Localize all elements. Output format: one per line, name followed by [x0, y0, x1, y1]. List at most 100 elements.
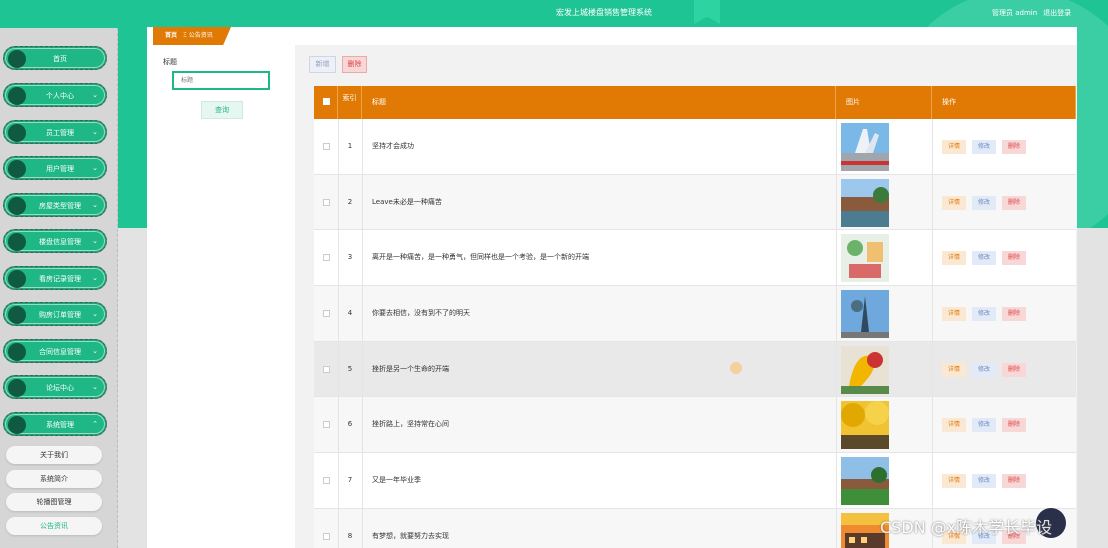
column-divider	[362, 230, 363, 286]
table-header: 索引 标题 图片 操作	[314, 86, 1076, 119]
detail-button[interactable]: 详情	[942, 362, 967, 377]
chevron-down-icon: ⌄	[92, 383, 98, 391]
sub-item-carousel[interactable]: 轮播图管理	[6, 493, 102, 511]
menu-dot-icon	[8, 343, 26, 361]
sidebar-item-viewings[interactable]: 看房记录管理 ⌄	[3, 266, 107, 290]
row-thumbnail-image[interactable]	[841, 290, 889, 339]
table-row: 5 挫折是另一个生命的开端 详情 修改 删除	[314, 341, 1076, 398]
menu-dot-icon	[8, 50, 26, 68]
select-all-checkbox[interactable]	[323, 98, 330, 105]
edit-button[interactable]: 修改	[972, 251, 997, 266]
row-checkbox[interactable]	[323, 477, 330, 485]
column-divider	[932, 286, 933, 341]
sidebar-item-profile[interactable]: 个人中心 ⌄	[3, 83, 107, 107]
chevron-down-icon: ⌄	[92, 347, 98, 355]
column-image: 图片	[836, 86, 932, 119]
row-thumbnail-image[interactable]	[841, 123, 889, 171]
detail-button[interactable]: 详情	[942, 307, 967, 322]
row-title: 你要去相信，没有到不了的明天	[372, 309, 470, 318]
sub-item-announcements[interactable]: 公告资讯	[6, 517, 102, 535]
sidebar-item-orders[interactable]: 购房订单管理 ⌄	[3, 302, 107, 326]
detail-button[interactable]: 详情	[942, 418, 967, 433]
row-thumbnail-image[interactable]	[841, 178, 889, 227]
menu-dot-icon	[8, 87, 26, 105]
header-checkbox-cell	[314, 86, 338, 119]
sidebar-item-staff[interactable]: 员工管理 ⌄	[3, 120, 107, 144]
edit-button[interactable]: 修改	[972, 362, 997, 377]
row-checkbox[interactable]	[323, 254, 330, 262]
column-divider	[836, 397, 837, 453]
row-checkbox[interactable]	[323, 532, 330, 540]
edit-button[interactable]: 修改	[972, 307, 997, 322]
row-title: 挫折路上，坚持常在心间	[372, 420, 449, 429]
column-divider	[836, 286, 837, 341]
sidebar-item-house-types[interactable]: 房屋类型管理 ⌄	[3, 193, 107, 217]
breadcrumb-current: 公告资讯	[188, 32, 213, 39]
detail-button[interactable]: 详情	[942, 195, 967, 210]
delete-button[interactable]: 删除	[1002, 307, 1027, 322]
table-row: 6 挫折路上，坚持常在心间 详情 修改 删除	[314, 397, 1076, 454]
chevron-down-icon: ⌄	[92, 201, 98, 209]
row-index: 3	[347, 253, 353, 262]
chevron-down-icon: ⌄	[92, 91, 98, 99]
row-checkbox[interactable]	[323, 421, 330, 429]
user-label: 管理员 admin	[992, 9, 1038, 17]
row-thumbnail-image[interactable]	[841, 401, 889, 450]
edit-button[interactable]: 修改	[972, 140, 997, 154]
delete-button[interactable]: 删除	[1002, 195, 1027, 210]
table-body: 1 坚持才会成功 详情 修改 删除 2 Leave未必是一种痛苦 详情 修改 删除 3 离开是一种痛苦…	[314, 119, 1076, 548]
row-index: 1	[347, 142, 353, 150]
menu-dot-icon	[8, 197, 26, 215]
row-checkbox[interactable]	[323, 198, 330, 206]
column-divider	[836, 341, 837, 397]
menu-dot-icon	[8, 233, 26, 251]
search-button[interactable]: 查询	[201, 101, 243, 119]
column-divider	[932, 174, 933, 230]
row-thumbnail-image[interactable]	[841, 457, 889, 506]
delete-button[interactable]: 删除	[1002, 140, 1027, 154]
row-checkbox[interactable]	[323, 365, 330, 373]
column-divider	[836, 119, 837, 174]
detail-button[interactable]: 详情	[942, 251, 967, 266]
column-divider	[932, 119, 933, 174]
delete-button[interactable]: 删除	[1002, 418, 1027, 433]
edit-button[interactable]: 修改	[972, 418, 997, 433]
delete-button[interactable]: 删除	[1002, 251, 1027, 266]
row-title: 又是一年毕业季	[372, 476, 421, 485]
row-index: 2	[347, 197, 353, 206]
detail-button[interactable]: 详情	[942, 140, 967, 154]
batch-delete-button[interactable]: 删除	[342, 56, 367, 73]
sub-item-intro[interactable]: 系统简介	[6, 470, 102, 488]
row-thumbnail-image[interactable]	[841, 234, 889, 283]
delete-button[interactable]: 删除	[1002, 474, 1027, 489]
logout-link[interactable]: 退出登录	[1043, 9, 1071, 17]
breadcrumb-home[interactable]: 首页	[165, 32, 177, 39]
sidebar-item-users[interactable]: 用户管理 ⌄	[3, 156, 107, 180]
row-title: 挫折是另一个生命的开端	[372, 364, 449, 373]
chevron-down-icon: ⌄	[92, 164, 98, 172]
column-divider	[362, 174, 363, 230]
title-search-input[interactable]	[172, 71, 270, 90]
column-divider	[362, 453, 363, 508]
edit-button[interactable]: 修改	[972, 474, 997, 489]
row-thumbnail-image[interactable]	[841, 345, 889, 394]
sidebar-item-home[interactable]: 首页	[3, 46, 107, 70]
delete-button[interactable]: 删除	[1002, 362, 1027, 377]
sidebar-item-system[interactable]: 系统管理 ⌃	[3, 412, 107, 436]
row-checkbox[interactable]	[323, 310, 330, 318]
sidebar-item-contracts[interactable]: 合同信息管理 ⌄	[3, 339, 107, 363]
mouse-cursor-highlight	[730, 362, 742, 374]
detail-button[interactable]: 详情	[942, 474, 967, 489]
row-actions: 详情 修改 删除	[942, 251, 1032, 266]
column-actions: 操作	[932, 86, 1076, 119]
column-divider	[836, 174, 837, 230]
sidebar-item-properties[interactable]: 楼盘信息管理 ⌄	[3, 229, 107, 253]
column-divider	[362, 341, 363, 397]
column-divider	[362, 508, 363, 548]
sidebar-item-forum[interactable]: 论坛中心 ⌄	[3, 375, 107, 399]
edit-button[interactable]: 修改	[972, 195, 997, 210]
row-index: 8	[347, 531, 353, 540]
sub-item-about[interactable]: 关于我们	[6, 446, 102, 464]
add-button[interactable]: 新增	[309, 56, 336, 73]
row-checkbox[interactable]	[323, 143, 330, 150]
